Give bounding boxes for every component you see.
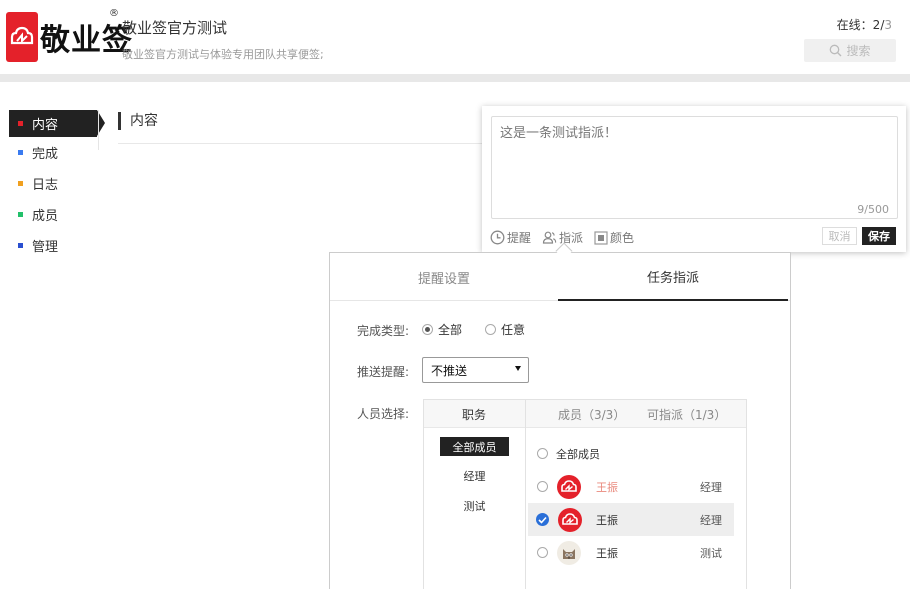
member-name: 王振 xyxy=(596,513,618,527)
note-editor: 这是一条测试指派！ 9/500 提醒 指派 颜色 取消 保存 xyxy=(482,106,906,252)
people-label: 人员选择: xyxy=(357,407,410,421)
sidebar-item-label: 内容 xyxy=(32,118,59,133)
page-title: 内容 xyxy=(118,112,158,130)
radio-icon xyxy=(537,547,548,558)
member-role: 经理 xyxy=(700,480,722,494)
sidebar-item-manage[interactable]: 管理 xyxy=(0,230,100,261)
cancel-button[interactable]: 取消 xyxy=(822,227,857,245)
people-header: 职务 成员（3/3） 可指派（1/3） xyxy=(424,400,746,428)
header-divider xyxy=(0,74,910,82)
logo[interactable]: 敬业签 ® xyxy=(6,8,133,62)
sidebar-item-label: 成员 xyxy=(32,209,59,224)
online-label: 在线： xyxy=(836,18,873,32)
online-total: 3 xyxy=(884,18,892,32)
bullet-icon xyxy=(18,181,23,186)
search-placeholder: 搜索 xyxy=(846,44,871,58)
finish-option-label: 任意 xyxy=(501,323,526,337)
sidebar: 内容 完成 日志 成员 管理 xyxy=(0,110,105,261)
search-icon xyxy=(830,44,842,57)
logo-text: 敬业签 xyxy=(40,23,133,58)
registered-mark: ® xyxy=(109,8,119,19)
push-select-value: 不推送 xyxy=(431,363,468,378)
role-item-tester[interactable]: 测试 xyxy=(440,496,509,515)
clock-icon xyxy=(490,230,505,245)
people-selector: 职务 成员（3/3） 可指派（1/3） 全部成员 经理 测试 全部成员 王振 经… xyxy=(423,399,747,589)
logo-icon xyxy=(6,12,38,62)
assignable-column-header: 可指派（1/3） xyxy=(647,407,727,422)
bullet-icon xyxy=(18,243,23,248)
member-row[interactable]: 王振 经理 xyxy=(528,503,734,536)
sidebar-item-members[interactable]: 成员 xyxy=(0,199,100,230)
member-role: 经理 xyxy=(700,513,722,527)
bullet-icon xyxy=(18,212,23,217)
finish-option-any[interactable]: 任意 xyxy=(485,321,525,338)
radio-icon xyxy=(537,481,548,492)
remind-label: 提醒 xyxy=(507,231,532,245)
save-button[interactable]: 保存 xyxy=(862,227,896,245)
note-textarea[interactable]: 这是一条测试指派！ 9/500 xyxy=(491,116,898,219)
sidebar-divider xyxy=(98,110,99,150)
people-divider xyxy=(525,400,526,589)
member-row-all[interactable]: 全部成员 xyxy=(528,437,734,470)
popover-tabs: 提醒设置 任务指派 xyxy=(330,253,790,301)
sidebar-item-label: 管理 xyxy=(32,240,59,255)
team-title: 敬业签官方测试 xyxy=(122,19,228,37)
push-select[interactable]: 不推送 xyxy=(422,357,529,383)
sidebar-item-done[interactable]: 完成 xyxy=(0,137,100,168)
caret-down-icon xyxy=(515,366,521,371)
check-circle-icon xyxy=(536,513,549,526)
tab-remind-settings[interactable]: 提醒设置 xyxy=(330,253,558,301)
team-subtitle: 敬业签官方测试与体验专用团队共享便签; xyxy=(122,48,324,61)
member-name: 王振 xyxy=(596,546,618,560)
member-name: 王振 xyxy=(596,480,618,494)
editor-toolbar: 提醒 指派 颜色 xyxy=(490,229,645,246)
title-divider xyxy=(118,143,483,144)
sidebar-item-log[interactable]: 日志 xyxy=(0,168,100,199)
note-text: 这是一条测试指派！ xyxy=(500,126,618,141)
color-square-icon xyxy=(594,230,608,245)
finish-option-label: 全部 xyxy=(438,323,463,337)
char-count: 9/500 xyxy=(857,203,889,216)
finish-type-label: 完成类型: xyxy=(357,324,410,338)
members-column-header: 成员（3/3） xyxy=(558,407,626,422)
role-item-all[interactable]: 全部成员 xyxy=(440,437,509,456)
avatar xyxy=(557,540,581,565)
search-input[interactable]: 搜索 xyxy=(804,39,896,62)
member-row[interactable]: 王振 测试 xyxy=(528,536,734,569)
bullet-icon xyxy=(18,121,23,126)
sidebar-item-content[interactable]: 内容 xyxy=(9,110,105,137)
member-row[interactable]: 王振 经理 xyxy=(528,470,734,503)
radio-checked-icon xyxy=(422,324,433,335)
users-icon xyxy=(542,231,557,244)
radio-icon xyxy=(485,324,496,335)
avatar xyxy=(558,507,582,532)
color-button[interactable]: 颜色 xyxy=(594,229,634,246)
header: 敬业签 ® 敬业签官方测试 敬业签官方测试与体验专用团队共享便签; 在线：2/3… xyxy=(0,0,910,74)
sidebar-item-label: 完成 xyxy=(32,147,59,162)
online-status: 在线：2/3 xyxy=(837,16,892,33)
push-label: 推送提醒: xyxy=(357,365,410,379)
bullet-icon xyxy=(18,150,23,155)
radio-icon xyxy=(537,448,548,459)
tab-task-assign[interactable]: 任务指派 xyxy=(558,253,788,301)
assign-popover: 提醒设置 任务指派 完成类型: 全部 任意 推送提醒: 不推送 人员选择: 职务… xyxy=(329,252,791,589)
all-members-label: 全部成员 xyxy=(556,447,600,461)
role-column-header: 职务 xyxy=(462,407,487,422)
color-label: 颜色 xyxy=(610,231,635,245)
remind-button[interactable]: 提醒 xyxy=(490,229,531,246)
sidebar-item-label: 日志 xyxy=(32,178,59,193)
member-role: 测试 xyxy=(700,546,722,560)
role-item-manager[interactable]: 经理 xyxy=(440,466,509,485)
finish-option-all[interactable]: 全部 xyxy=(422,321,462,338)
avatar xyxy=(557,474,581,499)
